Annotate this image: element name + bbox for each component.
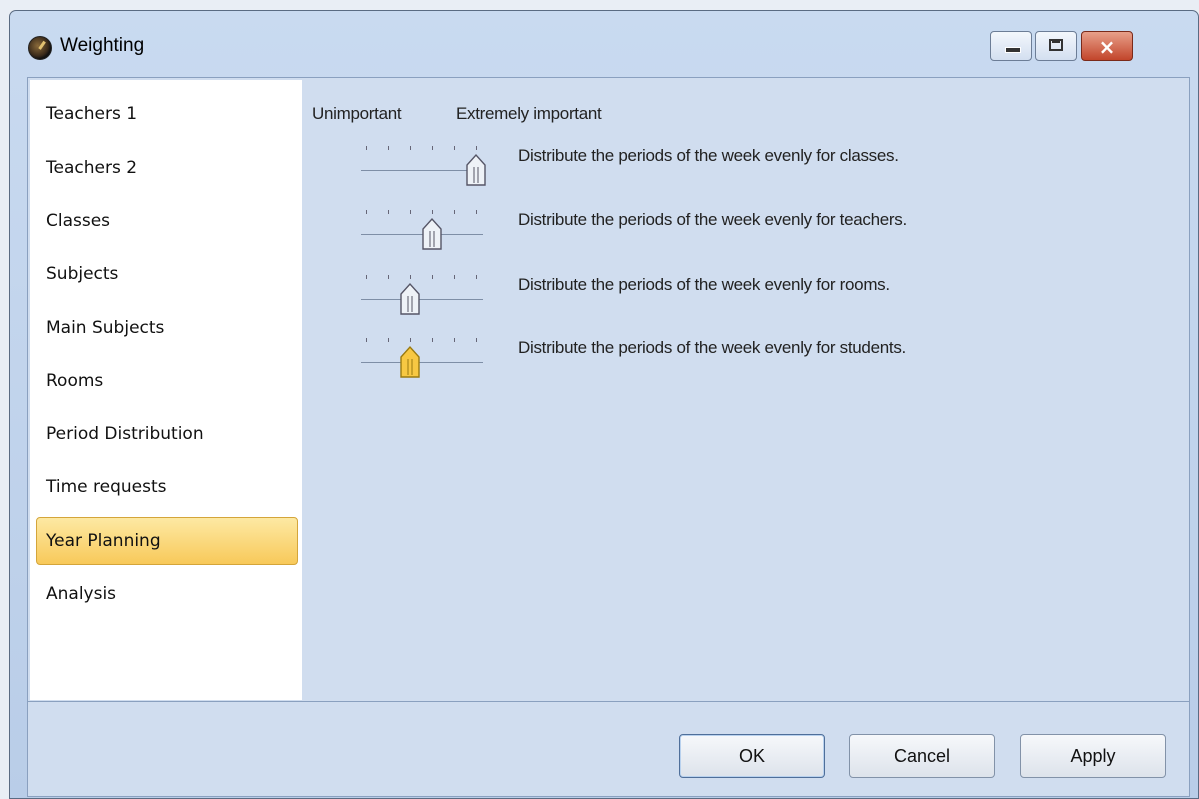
apply-button[interactable]: Apply (1020, 734, 1166, 778)
slider-tick (366, 210, 367, 214)
close-button[interactable]: × (1081, 31, 1133, 61)
slider-tick (432, 275, 433, 279)
nav-item-period-distribution[interactable]: Period Distribution (36, 410, 298, 458)
scale-low-label: Unimportant (312, 104, 402, 123)
slider-tick (476, 275, 477, 279)
slider-tick (410, 338, 411, 342)
nav-item-year-planning[interactable]: Year Planning (36, 517, 298, 565)
close-icon: × (1098, 35, 1116, 59)
slider-tick (388, 275, 389, 279)
cancel-button[interactable]: Cancel (849, 734, 995, 778)
window-title: Weighting (60, 35, 145, 56)
nav-item-teachers-2[interactable]: Teachers 2 (36, 144, 298, 192)
nav-item-analysis[interactable]: Analysis (36, 570, 298, 618)
weighting-panel: Unimportant Extremely important Distribu… (304, 80, 1187, 700)
slider-tick (410, 146, 411, 150)
slider-row-teachers: Distribute the periods of the week evenl… (354, 208, 1104, 250)
slider-tick (388, 146, 389, 150)
nav-item-main-subjects[interactable]: Main Subjects (36, 304, 298, 352)
slider-thumb[interactable] (397, 281, 423, 315)
minimize-icon (1005, 47, 1021, 53)
slider-tick (432, 338, 433, 342)
slider-thumb[interactable] (463, 152, 489, 186)
slider-tick (454, 275, 455, 279)
slider-row-rooms: Distribute the periods of the week evenl… (354, 273, 1104, 315)
nav-item-time-requests[interactable]: Time requests (36, 463, 298, 511)
slider-row-students: Distribute the periods of the week evenl… (354, 336, 1104, 378)
minimize-button[interactable] (990, 31, 1032, 61)
weighting-dialog: Weighting × Teachers 1 Teachers 2 Classe… (9, 10, 1199, 799)
slider-tick (410, 275, 411, 279)
slider-tick (454, 338, 455, 342)
maximize-icon (1049, 39, 1063, 51)
slider-tick (388, 210, 389, 214)
ok-button[interactable]: OK (679, 734, 825, 778)
slider-tick (388, 338, 389, 342)
slider-row-classes: Distribute the periods of the week evenl… (354, 144, 1104, 186)
footer-separator (28, 701, 1189, 702)
slider-label-teachers: Distribute the periods of the week evenl… (518, 210, 907, 229)
slider-thumb[interactable] (397, 344, 423, 378)
slider-tick (454, 210, 455, 214)
slider-tick (410, 210, 411, 214)
slider-tick (366, 146, 367, 150)
slider-tick (454, 146, 455, 150)
slider-tick (476, 338, 477, 342)
title-bar[interactable]: Weighting × (10, 11, 1198, 77)
app-clock-icon (28, 36, 52, 60)
maximize-button[interactable] (1035, 31, 1077, 61)
slider-tick (476, 210, 477, 214)
scale-high-label: Extremely important (456, 104, 602, 123)
category-list: Teachers 1 Teachers 2 Classes Subjects M… (30, 80, 302, 700)
slider-tick (432, 210, 433, 214)
slider-label-classes: Distribute the periods of the week evenl… (518, 146, 899, 165)
nav-item-teachers-1[interactable]: Teachers 1 (36, 90, 298, 138)
slider-label-students: Distribute the periods of the week evenl… (518, 338, 906, 357)
slider-label-rooms: Distribute the periods of the week evenl… (518, 275, 890, 294)
slider-tick (366, 275, 367, 279)
slider-tick (366, 338, 367, 342)
nav-item-subjects[interactable]: Subjects (36, 250, 298, 298)
nav-item-rooms[interactable]: Rooms (36, 357, 298, 405)
slider-thumb[interactable] (419, 216, 445, 250)
nav-item-classes[interactable]: Classes (36, 197, 298, 245)
slider-tick (432, 146, 433, 150)
dialog-client-area: Teachers 1 Teachers 2 Classes Subjects M… (27, 77, 1190, 797)
slider-tick (476, 146, 477, 150)
